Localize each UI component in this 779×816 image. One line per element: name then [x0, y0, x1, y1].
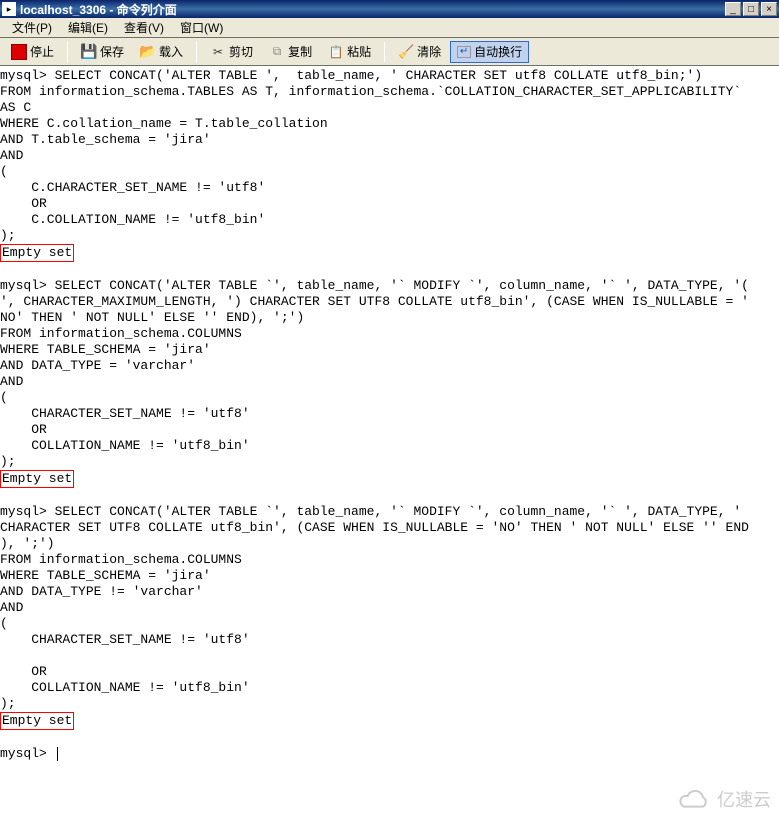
- paste-label: 粘贴: [347, 43, 371, 60]
- toolbar: 停止 💾 保存 📂 载入 ✂ 剪切 ⧉ 复制 📋 粘贴 🧹 清除 ↵ 自动换行: [0, 38, 779, 66]
- empty-set-1: Empty set: [0, 244, 74, 262]
- watermark: 亿速云: [679, 790, 771, 810]
- empty-set-2: Empty set: [0, 470, 74, 488]
- cut-label: 剪切: [229, 43, 253, 60]
- console-output[interactable]: mysql> SELECT CONCAT('ALTER TABLE ', tab…: [0, 66, 779, 816]
- text-cursor: [57, 747, 58, 761]
- copy-icon: ⧉: [269, 44, 285, 60]
- menu-view[interactable]: 查看(V): [116, 17, 172, 38]
- paste-button[interactable]: 📋 粘贴: [321, 41, 378, 63]
- menu-edit[interactable]: 编辑(E): [60, 17, 116, 38]
- cut-button[interactable]: ✂ 剪切: [203, 41, 260, 63]
- wrap-button[interactable]: ↵ 自动换行: [450, 41, 529, 63]
- broom-icon: 🧹: [398, 44, 414, 60]
- stop-icon: [11, 44, 27, 60]
- minimize-button[interactable]: _: [725, 2, 741, 16]
- maximize-button[interactable]: □: [743, 2, 759, 16]
- menu-bar: 文件(P) 编辑(E) 查看(V) 窗口(W): [0, 18, 779, 38]
- menu-window[interactable]: 窗口(W): [172, 17, 231, 38]
- load-label: 载入: [159, 43, 183, 60]
- mysql-prompt: mysql>: [0, 746, 55, 761]
- save-button[interactable]: 💾 保存: [74, 41, 131, 63]
- close-button[interactable]: ×: [761, 2, 777, 16]
- copy-label: 复制: [288, 43, 312, 60]
- separator: [67, 42, 68, 62]
- stop-button[interactable]: 停止: [4, 41, 61, 63]
- clipboard-icon: 📋: [328, 44, 344, 60]
- wrap-label: 自动换行: [474, 43, 522, 60]
- cloud-icon: [679, 790, 711, 810]
- sql-block-2: mysql> SELECT CONCAT('ALTER TABLE `', ta…: [0, 278, 749, 469]
- clear-label: 清除: [417, 43, 441, 60]
- app-icon: ▸: [2, 2, 16, 16]
- stop-label: 停止: [30, 43, 54, 60]
- folder-icon: 📂: [140, 44, 156, 60]
- watermark-text: 亿速云: [717, 792, 771, 808]
- separator: [196, 42, 197, 62]
- sql-block-1: mysql> SELECT CONCAT('ALTER TABLE ', tab…: [0, 68, 741, 243]
- copy-button[interactable]: ⧉ 复制: [262, 41, 319, 63]
- clear-button[interactable]: 🧹 清除: [391, 41, 448, 63]
- window-controls: _ □ ×: [725, 2, 777, 16]
- wrap-icon: ↵: [457, 46, 471, 58]
- scissors-icon: ✂: [210, 44, 226, 60]
- separator: [384, 42, 385, 62]
- sql-block-3: mysql> SELECT CONCAT('ALTER TABLE `', ta…: [0, 504, 749, 711]
- save-icon: 💾: [81, 44, 97, 60]
- empty-set-3: Empty set: [0, 712, 74, 730]
- menu-file[interactable]: 文件(P): [4, 17, 60, 38]
- save-label: 保存: [100, 43, 124, 60]
- title-bar: ▸ localhost_3306 - 命令列介面 _ □ ×: [0, 0, 779, 18]
- window-title: localhost_3306 - 命令列介面: [20, 1, 725, 18]
- load-button[interactable]: 📂 载入: [133, 41, 190, 63]
